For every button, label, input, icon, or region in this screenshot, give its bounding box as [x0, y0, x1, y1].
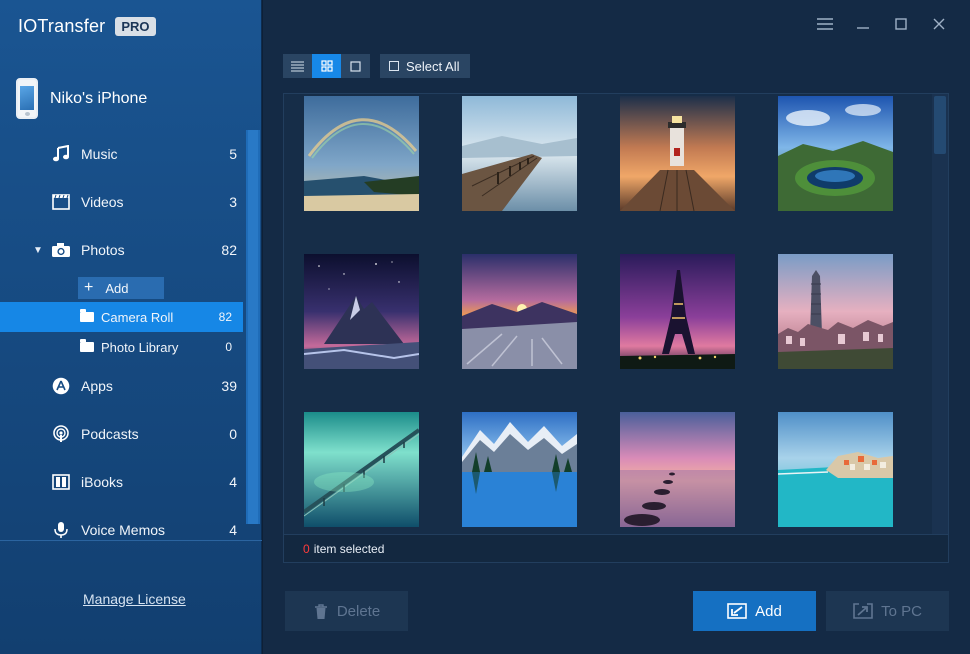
to-pc-button[interactable]: To PC	[826, 591, 949, 631]
grid-view-icon[interactable]	[312, 54, 341, 78]
selected-count: 0	[303, 541, 310, 556]
podcast-icon	[51, 424, 71, 444]
iphone-icon	[16, 78, 38, 119]
sidebar-item-photos[interactable]: ▼ Photos 82	[0, 226, 245, 274]
sidebar-item-ibooks[interactable]: iBooks 4	[0, 458, 245, 506]
sidebar-item-voice-memos[interactable]: Voice Memos 4	[0, 506, 245, 540]
subitem-label: Photo Library	[101, 339, 179, 355]
manage-license-link[interactable]: Manage License	[83, 591, 186, 607]
photo-thumbnail[interactable]	[462, 412, 577, 527]
sidebar-item-count: 4	[229, 474, 237, 490]
window-controls	[806, 14, 958, 34]
delete-button[interactable]: Delete	[285, 591, 408, 631]
menu-icon[interactable]	[806, 14, 844, 34]
large-view-icon[interactable]	[341, 54, 370, 78]
photo-thumbnail[interactable]	[462, 96, 577, 211]
main-panel: Select All 0 item selected Delete Add To…	[263, 0, 970, 654]
sidebar-item-label: Podcasts	[81, 426, 139, 442]
add-button-label: Add	[755, 602, 782, 620]
photo-thumbnail[interactable]	[620, 254, 735, 369]
photo-thumbnail[interactable]	[304, 412, 419, 527]
sidebar-item-music[interactable]: Music 5	[0, 130, 245, 178]
sidebar-item-count: 82	[221, 242, 237, 258]
photo-thumbnail[interactable]	[462, 254, 577, 369]
photo-thumbnail[interactable]	[304, 96, 419, 211]
camera-icon	[51, 240, 71, 260]
photo-thumbnail[interactable]	[620, 96, 735, 211]
sidebar-item-count: 39	[221, 378, 237, 394]
sidebar-item-apps[interactable]: Apps 39	[0, 362, 245, 410]
export-icon	[853, 603, 873, 619]
sidebar-subitem-photo-library[interactable]: Photo Library 0	[0, 332, 243, 362]
photo-grid-scrollbar-thumb[interactable]	[934, 96, 946, 154]
sidebar-subitem-camera-roll[interactable]: Camera Roll 82	[0, 302, 243, 332]
photo-grid	[283, 93, 949, 535]
sidebar-item-label: Voice Memos	[81, 522, 166, 538]
photo-thumbnail[interactable]	[620, 412, 735, 527]
photo-thumbnail[interactable]	[778, 412, 893, 527]
select-all-button[interactable]: Select All	[380, 54, 470, 78]
sidebar-item-podcasts[interactable]: Podcasts 0	[0, 410, 245, 458]
add-button[interactable]: Add	[693, 591, 816, 631]
subitem-count: 82	[218, 310, 232, 324]
minimize-icon[interactable]	[844, 14, 882, 34]
music-note-icon	[51, 144, 71, 164]
trash-icon	[313, 603, 329, 620]
plus-icon: +	[84, 279, 94, 296]
microphone-icon	[51, 520, 71, 540]
sidebar-divider	[0, 540, 262, 541]
close-icon[interactable]	[920, 14, 958, 34]
sidebar-scrollbar-thumb[interactable]	[248, 130, 258, 524]
app-store-icon	[51, 376, 71, 396]
device-header[interactable]: Niko's iPhone	[16, 78, 147, 119]
select-all-checkbox[interactable]	[389, 61, 399, 71]
book-icon	[51, 472, 71, 492]
photos-add-button[interactable]: + Add	[78, 277, 164, 299]
delete-button-label: Delete	[336, 602, 381, 620]
brand: IOTransfer PRO	[18, 16, 156, 37]
maximize-icon[interactable]	[882, 14, 920, 34]
folder-icon	[80, 309, 94, 322]
sidebar-item-count: 5	[229, 146, 237, 162]
view-mode-toggle	[283, 54, 370, 78]
film-icon	[51, 192, 71, 212]
import-icon	[727, 603, 747, 619]
photo-thumbnail[interactable]	[778, 96, 893, 211]
device-name: Niko's iPhone	[50, 89, 148, 107]
sidebar-item-label: Videos	[81, 194, 124, 210]
expand-caret-icon[interactable]: ▼	[33, 245, 43, 256]
photos-add-label: Add	[105, 280, 129, 296]
photo-thumbnail[interactable]	[778, 254, 893, 369]
sidebar: IOTransfer PRO Niko's iPhone Music 5 Vid…	[0, 0, 262, 654]
app-name: IOTransfer	[18, 16, 106, 36]
sidebar-item-label: Photos	[81, 242, 125, 258]
list-view-icon[interactable]	[283, 54, 312, 78]
sidebar-item-count: 3	[229, 194, 237, 210]
sidebar-item-label: Apps	[81, 378, 113, 394]
selection-status: 0 item selected	[283, 535, 949, 563]
folder-icon	[80, 339, 94, 352]
to-pc-button-label: To PC	[881, 602, 922, 620]
selection-status-text: item selected	[313, 541, 385, 556]
select-all-label: Select All	[406, 58, 460, 74]
sidebar-item-count: 4	[229, 522, 237, 538]
pro-badge: PRO	[115, 17, 156, 36]
photo-grid-scrollbar[interactable]	[932, 94, 948, 534]
sidebar-item-videos[interactable]: Videos 3	[0, 178, 245, 226]
sidebar-item-count: 0	[229, 426, 237, 442]
subitem-count: 0	[225, 340, 232, 354]
photo-thumbnail[interactable]	[304, 254, 419, 369]
subitem-label: Camera Roll	[101, 309, 174, 325]
sidebar-item-label: iBooks	[81, 474, 124, 490]
sidebar-item-label: Music	[81, 146, 118, 162]
